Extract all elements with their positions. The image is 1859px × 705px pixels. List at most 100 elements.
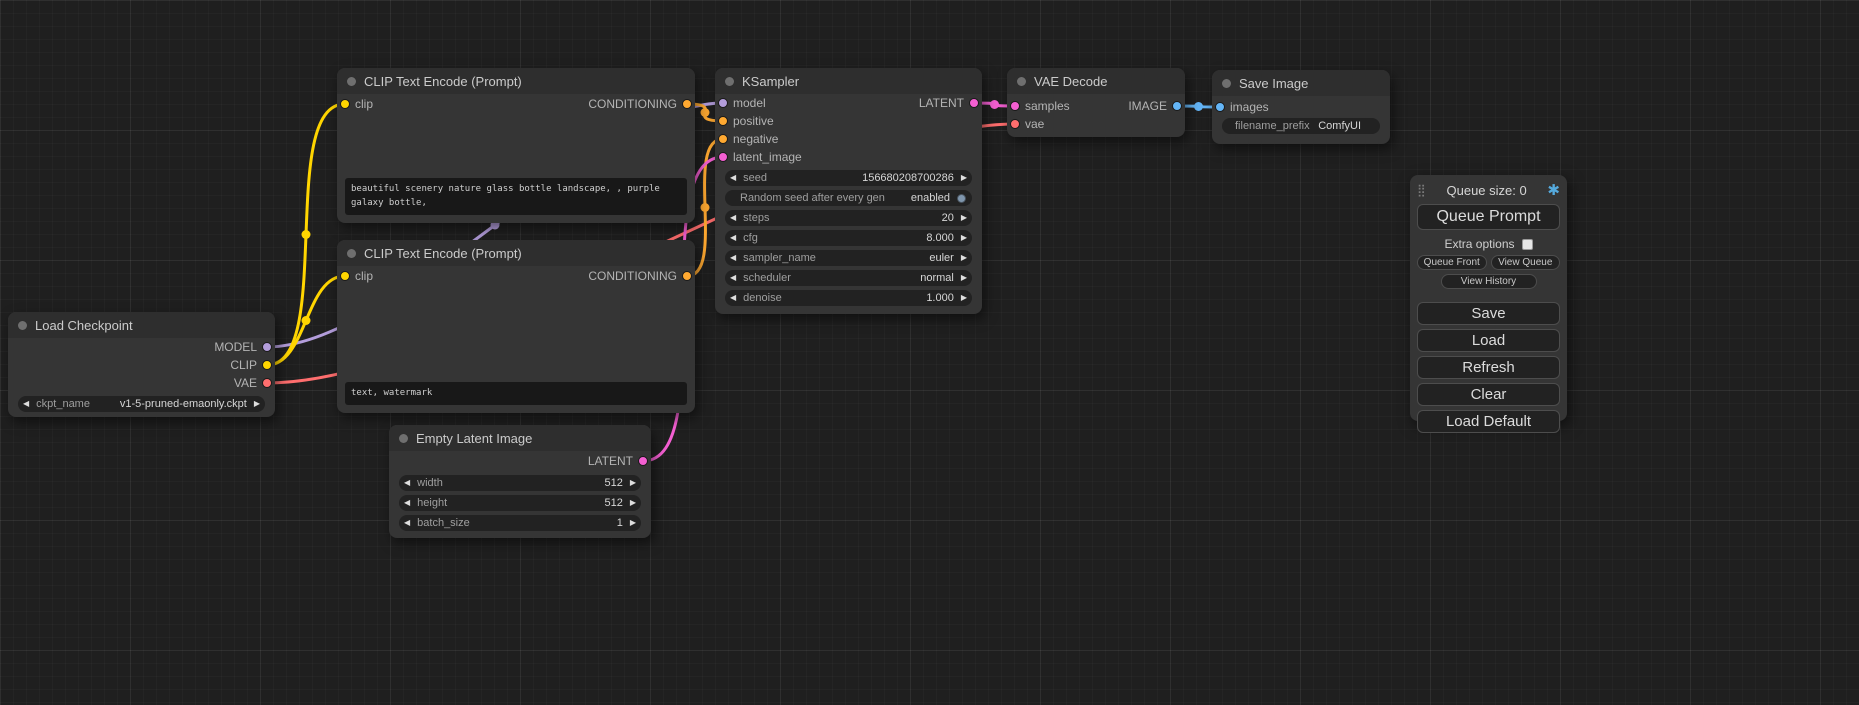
node-title-bar[interactable]: Empty Latent Image [389, 425, 651, 451]
slot-label: samples [1025, 99, 1070, 113]
load-default-button[interactable]: Load Default [1417, 410, 1560, 433]
increment-arrow-icon[interactable] [961, 234, 967, 242]
positive-prompt-textarea[interactable]: beautiful scenery nature glass bottle la… [345, 178, 687, 215]
slot-label: CONDITIONING [588, 97, 677, 111]
latent-image-input-dot[interactable] [718, 152, 728, 162]
settings-gear-icon[interactable] [1547, 181, 1560, 200]
link-midpoint-dot [1194, 102, 1203, 111]
save-button[interactable]: Save [1417, 302, 1560, 325]
clip-output-dot[interactable] [262, 360, 272, 370]
queue-prompt-button[interactable]: Queue Prompt [1417, 204, 1560, 230]
conditioning-output-dot[interactable] [682, 99, 692, 109]
collapse-dot-icon[interactable] [399, 434, 408, 443]
images-input-dot[interactable] [1215, 102, 1225, 112]
node-load-checkpoint[interactable]: Load Checkpoint MODEL CLIP VAE ckpt_name… [8, 312, 275, 417]
vae-input-dot[interactable] [1010, 119, 1020, 129]
samples-input-dot[interactable] [1010, 101, 1020, 111]
model-output-dot[interactable] [262, 342, 272, 352]
collapse-dot-icon[interactable] [347, 77, 356, 86]
slot-label: positive [733, 114, 774, 128]
increment-arrow-icon[interactable] [961, 294, 967, 302]
node-vae-decode[interactable]: VAE Decode samples IMAGE vae [1007, 68, 1185, 137]
clear-button[interactable]: Clear [1417, 383, 1560, 406]
widget-value: euler [929, 252, 953, 264]
collapse-dot-icon[interactable] [725, 77, 734, 86]
widget-label: batch_size [417, 517, 470, 529]
increment-arrow-icon[interactable] [630, 479, 636, 487]
collapse-dot-icon[interactable] [18, 321, 27, 330]
decrement-arrow-icon[interactable] [730, 214, 736, 222]
positive-input-dot[interactable] [718, 116, 728, 126]
widget-batch-size[interactable]: batch_size 1 [399, 515, 641, 531]
node-title-bar[interactable]: CLIP Text Encode (Prompt) [337, 68, 695, 94]
increment-arrow-icon[interactable] [961, 214, 967, 222]
decrement-arrow-icon[interactable] [730, 294, 736, 302]
load-button[interactable]: Load [1417, 329, 1560, 352]
widget-width[interactable]: width 512 [399, 475, 641, 491]
view-queue-button[interactable]: View Queue [1491, 255, 1561, 270]
increment-arrow-icon[interactable] [630, 519, 636, 527]
view-history-button[interactable]: View History [1441, 274, 1537, 289]
widget-height[interactable]: height 512 [399, 495, 641, 511]
increment-arrow-icon[interactable] [254, 400, 260, 408]
latent-output-dot[interactable] [969, 98, 979, 108]
drag-handle-icon[interactable] [1417, 181, 1426, 199]
widget-denoise[interactable]: denoise 1.000 [725, 290, 972, 306]
decrement-arrow-icon[interactable] [730, 254, 736, 262]
slot-row: model LATENT [715, 94, 982, 112]
latent-output-dot[interactable] [638, 456, 648, 466]
graph-canvas[interactable]: Load Checkpoint MODEL CLIP VAE ckpt_name… [0, 0, 1859, 705]
node-title-bar[interactable]: CLIP Text Encode (Prompt) [337, 240, 695, 266]
decrement-arrow-icon[interactable] [23, 400, 29, 408]
collapse-dot-icon[interactable] [347, 249, 356, 258]
node-title-bar[interactable]: Load Checkpoint [8, 312, 275, 338]
node-empty-latent-image[interactable]: Empty Latent Image LATENT width 512 heig… [389, 425, 651, 538]
extra-options-checkbox[interactable] [1522, 239, 1533, 250]
image-output-dot[interactable] [1172, 101, 1182, 111]
collapse-dot-icon[interactable] [1222, 79, 1231, 88]
widget-filename-prefix[interactable]: filename_prefix ComfyUI [1222, 118, 1380, 134]
clip-input-dot[interactable] [340, 99, 350, 109]
node-clip-text-encode-negative[interactable]: CLIP Text Encode (Prompt) clip CONDITION… [337, 240, 695, 413]
decrement-arrow-icon[interactable] [404, 479, 410, 487]
widget-ckpt-name[interactable]: ckpt_name v1-5-pruned-emaonly.ckpt [18, 396, 265, 412]
negative-input-dot[interactable] [718, 134, 728, 144]
input-slot-positive: positive [715, 112, 982, 130]
node-save-image[interactable]: Save Image images filename_prefix ComfyU… [1212, 70, 1390, 144]
node-title-bar[interactable]: VAE Decode [1007, 68, 1185, 94]
vae-output-dot[interactable] [262, 378, 272, 388]
widget-label: steps [743, 212, 769, 224]
model-input-dot[interactable] [718, 98, 728, 108]
widget-steps[interactable]: steps 20 [725, 210, 972, 226]
slot-row: samples IMAGE [1007, 97, 1185, 115]
increment-arrow-icon[interactable] [961, 254, 967, 262]
slot-label: vae [1025, 117, 1044, 131]
widget-scheduler[interactable]: scheduler normal [725, 270, 972, 286]
decrement-arrow-icon[interactable] [730, 174, 736, 182]
widget-sampler-name[interactable]: sampler_name euler [725, 250, 972, 266]
queue-front-button[interactable]: Queue Front [1417, 255, 1487, 270]
widget-random-seed-toggle[interactable]: Random seed after every gen enabled [725, 190, 972, 206]
decrement-arrow-icon[interactable] [730, 234, 736, 242]
negative-prompt-textarea[interactable]: text, watermark [345, 382, 687, 406]
decrement-arrow-icon[interactable] [730, 274, 736, 282]
node-title-bar[interactable]: KSampler [715, 68, 982, 94]
decrement-arrow-icon[interactable] [404, 499, 410, 507]
increment-arrow-icon[interactable] [961, 274, 967, 282]
widget-label: sampler_name [743, 252, 816, 264]
node-clip-text-encode-positive[interactable]: CLIP Text Encode (Prompt) clip CONDITION… [337, 68, 695, 223]
increment-arrow-icon[interactable] [630, 499, 636, 507]
widget-value: 20 [942, 212, 954, 224]
clip-input-dot[interactable] [340, 271, 350, 281]
widget-seed[interactable]: seed 156680208700286 [725, 170, 972, 186]
node-title-bar[interactable]: Save Image [1212, 70, 1390, 96]
increment-arrow-icon[interactable] [961, 174, 967, 182]
conditioning-output-dot[interactable] [682, 271, 692, 281]
toggle-knob-icon[interactable] [957, 194, 966, 203]
collapse-dot-icon[interactable] [1017, 77, 1026, 86]
node-ksampler[interactable]: KSampler model LATENT positive negative … [715, 68, 982, 314]
decrement-arrow-icon[interactable] [404, 519, 410, 527]
widget-cfg[interactable]: cfg 8.000 [725, 230, 972, 246]
node-title: Save Image [1239, 76, 1308, 91]
refresh-button[interactable]: Refresh [1417, 356, 1560, 379]
